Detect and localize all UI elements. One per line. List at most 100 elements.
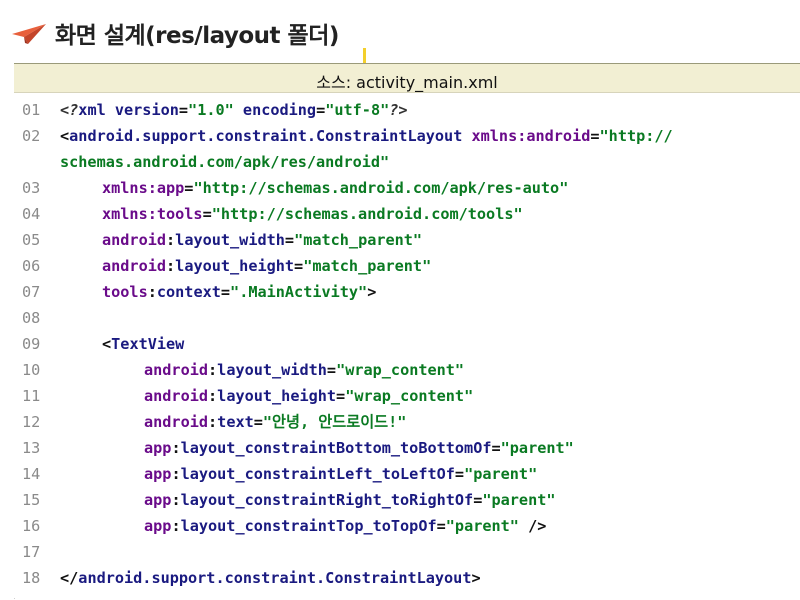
code-text: xmlns:app="http://schemas.android.com/ap… xyxy=(102,175,568,201)
code-token: "http://schemas.android.com/tools" xyxy=(211,205,523,223)
code-token: < xyxy=(60,127,70,145)
line-number: 08 xyxy=(22,309,41,327)
code-line: 01 <?xml version="1.0" encoding="utf-8"?> xyxy=(22,97,408,123)
code-token: "utf-8" xyxy=(325,101,390,119)
code-token: app xyxy=(144,491,172,509)
code-token: : xyxy=(208,361,218,379)
code-line: 16 app:layout_constraintTop_toTopOf="pare… xyxy=(22,513,546,539)
code-token: : xyxy=(166,231,176,249)
code-token: layout_constraintLeft_toLeftOf xyxy=(180,465,455,483)
code-token: "http:// xyxy=(599,127,673,145)
code-token: : xyxy=(171,465,181,483)
code-line: 05 android:layout_width="match_parent" xyxy=(22,227,422,253)
code-token: = xyxy=(491,439,501,457)
code-token: > xyxy=(367,283,377,301)
code-token: <? xyxy=(60,101,79,119)
code-token: = xyxy=(178,101,189,119)
code-token: /> xyxy=(518,517,547,535)
code-token: = xyxy=(284,231,295,249)
code-text: <?xml version="1.0" encoding="utf-8"?> xyxy=(60,97,408,123)
code-token: context xyxy=(156,283,221,301)
line-number: 07 xyxy=(22,283,41,301)
code-token: "match_parent" xyxy=(303,257,432,275)
code-token: = xyxy=(454,465,465,483)
code-block-header: 소스: activity_main.xml xyxy=(14,63,800,93)
code-token: layout_constraintBottom_toBottomOf xyxy=(180,439,492,457)
code-token: android.support.constraint.ConstraintLay… xyxy=(78,569,472,587)
code-token: = xyxy=(473,491,483,509)
code-token: android xyxy=(144,361,209,379)
code-token: : xyxy=(147,283,157,301)
line-number: 09 xyxy=(22,335,41,353)
code-token: app xyxy=(144,439,172,457)
code-block: 01 <?xml version="1.0" encoding="utf-8"?>… xyxy=(14,93,800,598)
code-token: app xyxy=(144,465,172,483)
line-number: 10 xyxy=(22,361,41,379)
line-number: 11 xyxy=(22,387,41,405)
line-number: 01 xyxy=(22,101,41,119)
code-token: android.support.constraint.ConstraintLay… xyxy=(69,127,463,145)
code-token: encoding xyxy=(242,101,317,119)
code-line: 14 app:layout_constraintLeft_toLeftOf="pa… xyxy=(22,461,537,487)
code-line: 06 android:layout_height="match_parent" xyxy=(22,253,431,279)
line-number: 12 xyxy=(22,413,41,431)
code-token: = xyxy=(436,517,446,535)
line-number: 05 xyxy=(22,231,41,249)
code-line: 04 xmlns:tools="http://schemas.android.co… xyxy=(22,201,523,227)
code-text: android:layout_height="wrap_content" xyxy=(144,383,473,409)
code-text: schemas.android.com/apk/res/android" xyxy=(60,149,389,175)
code-line: 08 xyxy=(22,305,60,331)
code-line: 12 android:text="안녕, 안드로이드!" xyxy=(22,409,406,435)
code-token: layout_height xyxy=(217,387,337,405)
code-token: < xyxy=(102,335,112,353)
code-token: "wrap_content" xyxy=(345,387,474,405)
code-token: </ xyxy=(60,569,79,587)
code-token: "match_parent" xyxy=(294,231,423,249)
code-token: xml xyxy=(78,101,115,119)
line-number: 03 xyxy=(22,179,41,197)
line-number: 13 xyxy=(22,439,41,457)
code-token: : xyxy=(171,517,181,535)
code-token: "parent" xyxy=(464,465,538,483)
code-line: 03 xmlns:app="http://schemas.android.com/… xyxy=(22,175,568,201)
code-line: 02 <android.support.constraint.Constraint… xyxy=(22,123,673,149)
code-text: android:layout_height="match_parent" xyxy=(102,253,431,279)
code-line: 10 android:layout_width="wrap_content" xyxy=(22,357,464,383)
code-token: xmlns:app xyxy=(102,179,185,197)
code-text: <TextView xyxy=(102,331,184,357)
code-text: app:layout_constraintBottom_toBottomOf="… xyxy=(144,435,574,461)
code-text: android:text="안녕, 안드로이드!" xyxy=(144,409,406,435)
code-token: "parent" xyxy=(500,439,574,457)
line-number: 16 xyxy=(22,517,41,535)
code-token: app xyxy=(144,517,172,535)
slide-title: 화면 설계(res/layout 폴더) xyxy=(55,23,339,49)
code-token: android xyxy=(144,413,209,431)
code-token: = xyxy=(220,283,231,301)
code-token: : xyxy=(208,413,218,431)
code-token: = xyxy=(202,205,212,223)
code-block-caption: 소스: activity_main.xml xyxy=(316,73,498,92)
code-token: layout_constraintTop_toTopOf xyxy=(180,517,437,535)
code-token: = xyxy=(590,127,600,145)
code-line: 13 app:layout_constraintBottom_toBottomOf… xyxy=(22,435,574,461)
code-token: = xyxy=(336,387,346,405)
code-line: 15 app:layout_constraintRight_toRightOf="… xyxy=(22,487,556,513)
code-token: tools xyxy=(102,283,148,301)
code-token: layout_height xyxy=(175,257,295,275)
code-line: 09 <TextView xyxy=(22,331,184,357)
code-text: android:layout_width="match_parent" xyxy=(102,227,422,253)
code-token: = xyxy=(326,361,337,379)
code-token: layout_width xyxy=(175,231,285,249)
code-token: "안녕, 안드로이드!" xyxy=(262,413,407,431)
code-text: <android.support.constraint.ConstraintLa… xyxy=(60,123,673,149)
code-token: : xyxy=(171,439,181,457)
code-line: 07 tools:context=".MainActivity"> xyxy=(22,279,376,305)
code-token: "wrap_content" xyxy=(336,361,465,379)
code-token: : xyxy=(171,491,181,509)
code-token: ".MainActivity" xyxy=(230,283,368,301)
code-token: xmlns:tools xyxy=(102,205,203,223)
code-text: app:layout_constraintLeft_toLeftOf="pare… xyxy=(144,461,537,487)
code-token: = xyxy=(316,101,326,119)
code-token: android xyxy=(144,387,209,405)
